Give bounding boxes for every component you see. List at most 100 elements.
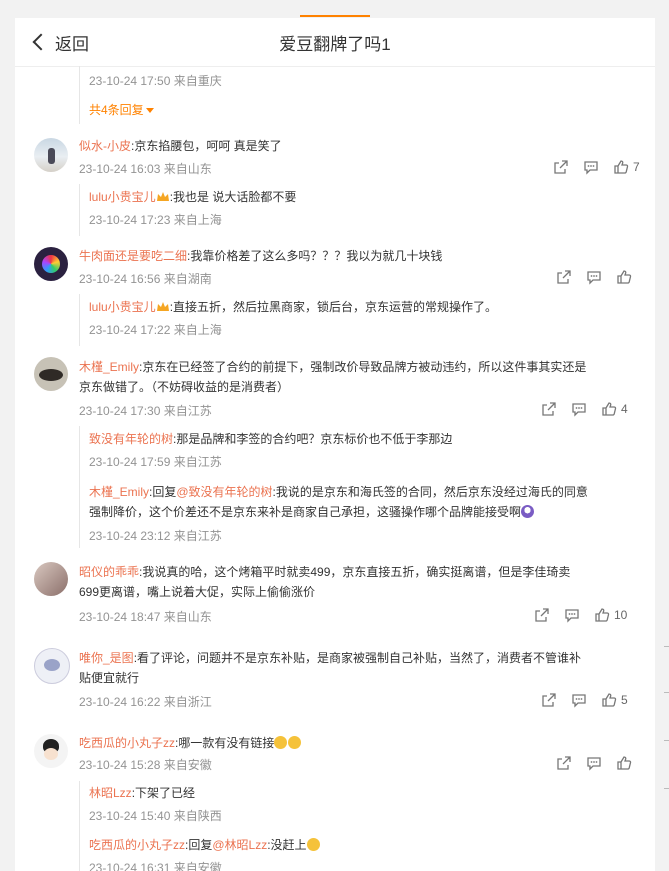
reply-text: :直接五折，然后拉黑商家，锁后台，京东运营的常规操作了。 xyxy=(169,300,498,314)
comment-meta: 23-10-24 16:03 来自山东 xyxy=(79,162,212,176)
share-button[interactable] xyxy=(553,159,569,175)
reply-text: :那是品牌和李签的合约吧？京东标价也不低于李那边 xyxy=(173,432,453,446)
comment-username[interactable]: 唯你_是图 xyxy=(79,651,134,665)
comment-button[interactable] xyxy=(564,607,580,623)
comment-meta: 23-10-24 17:30 来自江苏 xyxy=(79,404,212,418)
reply-username[interactable]: 致没有年轮的树 xyxy=(89,432,173,446)
reply-text: :下架了已经 xyxy=(131,786,196,800)
comment-body: 吃西瓜的小丸子zz:哪一款有没有链接 xyxy=(79,733,302,753)
comment-body: 似水-小皮:京东掐腰包，呵呵 真是笑了 xyxy=(79,136,282,156)
comment-body: 牛肉面还是要吃二细:我靠价格差了这么多吗？？？我以为就几十块钱 xyxy=(79,246,442,266)
reply-text: :回复 xyxy=(185,838,213,852)
avatar[interactable] xyxy=(34,357,68,391)
like-icon xyxy=(595,608,610,622)
scroll-marker xyxy=(664,740,669,741)
reply-meta: 23-10-24 17:50 来自重庆 xyxy=(89,74,222,88)
reply-username[interactable]: 木槿_Emily xyxy=(89,485,149,499)
reply-username[interactable]: lulu小贵宝儿 xyxy=(89,190,156,204)
comment-actions xyxy=(542,269,644,285)
comment-icon xyxy=(572,694,586,708)
share-button[interactable] xyxy=(534,607,550,623)
reply-body: lulu小贵宝儿:我也是 说大话脸都不要 xyxy=(89,187,296,207)
comment-username[interactable]: 昭仪的乖乖 xyxy=(79,565,139,579)
reply-body: 林昭Lzz:下架了已经 xyxy=(89,783,195,803)
like-button[interactable] xyxy=(616,269,644,285)
reply-thread-line xyxy=(79,294,80,346)
reply-body: 致没有年轮的树:那是品牌和李签的合约吧？京东标价也不低于李那边 xyxy=(89,429,452,449)
reply-text-continued: :没赶上 xyxy=(267,838,307,852)
comment-body: 唯你_是图:看了评论，问题并不是京东补贴，是商家被强制自己补贴，当然了，消费者不… xyxy=(79,648,649,688)
comment-button[interactable] xyxy=(583,159,599,175)
reply-body: 吃西瓜的小丸子zz:回复@林昭Lzz:没赶上 xyxy=(89,835,320,855)
emoji-icon xyxy=(288,736,302,749)
comment-icon xyxy=(587,757,601,771)
comment-button[interactable] xyxy=(586,269,602,285)
comment-button[interactable] xyxy=(571,401,587,417)
like-button[interactable]: 4 xyxy=(601,401,629,417)
avatar[interactable] xyxy=(34,562,68,596)
header: 返回 爱豆翻牌了吗1 xyxy=(15,18,655,67)
share-button[interactable] xyxy=(541,692,557,708)
reply-text-line2: 强制降价，这个价差还不是京东来补是商家自己承担，这骚操作哪个品牌能接受啊 xyxy=(89,505,522,519)
scroll-marker xyxy=(664,692,669,693)
share-icon xyxy=(542,402,556,416)
share-button[interactable] xyxy=(556,269,572,285)
comment-actions: 4 xyxy=(527,401,629,417)
like-icon xyxy=(602,693,617,707)
reply-username[interactable]: lulu小贵宝儿 xyxy=(89,300,156,314)
share-button[interactable] xyxy=(541,401,557,417)
comment-actions: 7 xyxy=(539,159,641,175)
comment-actions: 10 xyxy=(520,607,627,623)
caret-down-icon xyxy=(145,108,154,114)
reply-thread-line xyxy=(79,66,80,124)
comment-username[interactable]: 牛肉面还是要吃二细 xyxy=(79,249,187,263)
comment-button[interactable] xyxy=(586,755,602,771)
scroll-marker xyxy=(664,788,669,789)
reply-mention-link[interactable]: @林昭Lzz xyxy=(212,838,267,852)
comment-text: :京东在已经签了合约的前提下，强制改价导致品牌方被动违约，所以这件事其实还是 xyxy=(139,360,587,374)
comment-text: :看了评论，问题并不是京东补贴，是商家被强制自己补贴，当然了，消费者不管谁补 xyxy=(133,651,582,665)
more-replies-label: 共4条回复 xyxy=(89,103,144,117)
comment-username[interactable]: 木槿_Emily xyxy=(79,360,139,374)
comment-button[interactable] xyxy=(571,692,587,708)
reply-meta: 23-10-24 17:23 来自上海 xyxy=(89,213,222,227)
like-count: 10 xyxy=(614,608,628,622)
like-button[interactable] xyxy=(616,755,644,771)
like-icon xyxy=(602,402,617,416)
emoji-icon xyxy=(274,736,288,749)
like-count: 4 xyxy=(621,402,628,416)
like-icon xyxy=(617,756,632,770)
avatar[interactable] xyxy=(34,648,70,684)
avatar[interactable] xyxy=(34,734,68,768)
comment-icon xyxy=(587,271,601,285)
reply-mention-link[interactable]: @致没有年轮的树 xyxy=(176,485,272,499)
reply-thread-line xyxy=(79,781,80,871)
active-tab-indicator xyxy=(300,15,370,17)
comment-username[interactable]: 吃西瓜的小丸子zz xyxy=(79,736,175,750)
comment-actions: 5 xyxy=(527,692,629,708)
more-replies-link[interactable]: 共4条回复 xyxy=(89,100,154,120)
comment-panel: 返回 爱豆翻牌了吗1 23-10-24 17:50 来自重庆 共4条回复 似水-… xyxy=(15,18,655,871)
like-button[interactable]: 5 xyxy=(601,692,629,708)
comment-actions xyxy=(542,755,644,771)
like-count: 7 xyxy=(633,160,640,174)
vip-crown-icon xyxy=(156,192,169,201)
vip-crown-icon xyxy=(156,302,169,311)
comment-meta: 23-10-24 16:22 来自浙江 xyxy=(79,695,212,709)
avatar[interactable] xyxy=(34,138,68,172)
comment-meta: 23-10-24 16:56 来自湖南 xyxy=(79,272,212,286)
reply-text: :回复 xyxy=(149,485,177,499)
like-button[interactable]: 10 xyxy=(594,607,627,623)
comment-text-line2: 京东做错了。（不妨碍收益的是消费者） xyxy=(79,380,290,394)
like-button[interactable]: 7 xyxy=(613,159,641,175)
comment-body: 昭仪的乖乖:我说真的哈，这个烤箱平时就卖499，京东直接五折，确实挺离谱，但是李… xyxy=(79,562,649,602)
reply-meta: 23-10-24 23:12 来自江苏 xyxy=(89,529,222,543)
reply-username[interactable]: 林昭Lzz xyxy=(89,786,132,800)
scroll-marker xyxy=(664,646,669,647)
like-icon xyxy=(617,270,632,284)
reply-meta: 23-10-24 16:31 来自安徽 xyxy=(89,861,222,871)
reply-username[interactable]: 吃西瓜的小丸子zz xyxy=(89,838,185,852)
avatar[interactable] xyxy=(34,247,68,281)
comment-username[interactable]: 似水-小皮 xyxy=(79,139,131,153)
share-button[interactable] xyxy=(556,755,572,771)
